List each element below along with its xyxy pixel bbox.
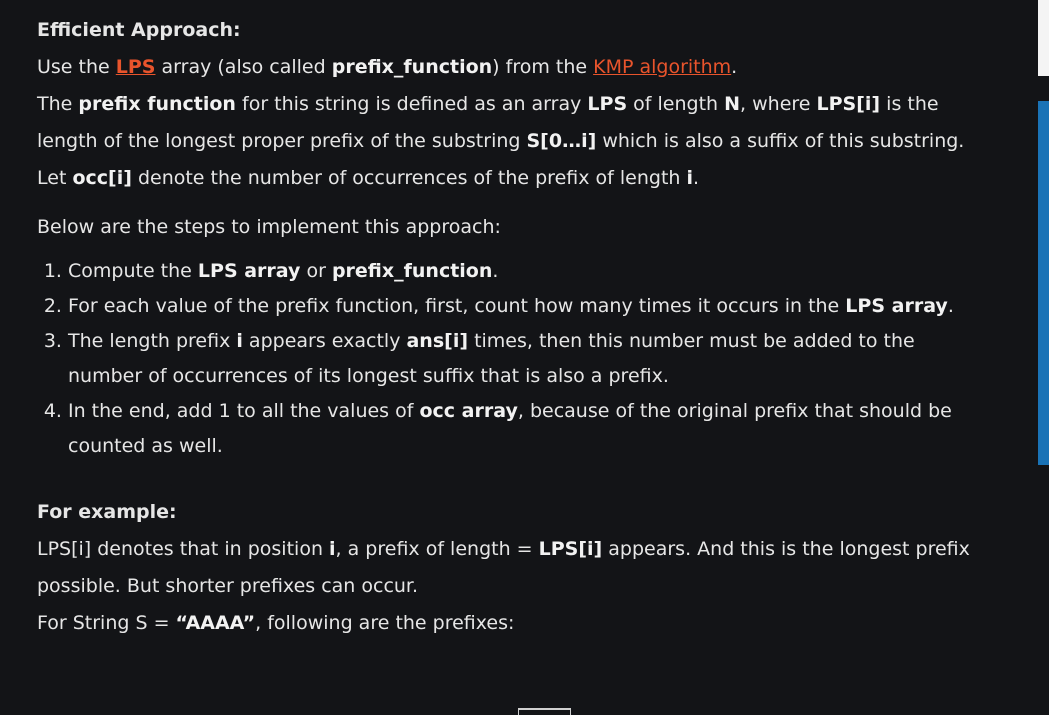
def-bold-3: N bbox=[724, 93, 741, 115]
intro-bold-prefix-function: prefix_function bbox=[331, 56, 493, 78]
list-item: In the end, add 1 to all the values of o… bbox=[68, 394, 987, 464]
definition-paragraph: The prefix function for this string is d… bbox=[37, 86, 987, 197]
list-item: The length prefix i appears exactly ans[… bbox=[68, 324, 987, 394]
step-2-bold-1: LPS array bbox=[845, 295, 948, 317]
step-4-bold-1: occ array bbox=[419, 400, 518, 422]
step-3-text-1: The length prefix bbox=[68, 330, 237, 352]
def-text-1: The bbox=[37, 93, 79, 115]
example-text-2: , a prefix of length = bbox=[335, 538, 539, 560]
step-3-text-2: appears exactly bbox=[242, 330, 407, 352]
example-text-1: LPS[i] denotes that in position bbox=[37, 538, 330, 560]
def-bold-2: LPS bbox=[587, 93, 628, 115]
example-bold-2: LPS[i] bbox=[538, 538, 603, 560]
article-content: Efficient Approach: Use the LPS array (a… bbox=[37, 12, 987, 642]
intro-text-3: ) from the bbox=[492, 56, 594, 78]
step-3-bold-2: ans[i] bbox=[406, 330, 469, 352]
example-string-paragraph: For String S = “AAAA”, following are the… bbox=[37, 605, 987, 642]
step-1-bold-2: prefix_function bbox=[331, 260, 493, 282]
steps-list: Compute the LPS array or prefix_function… bbox=[37, 254, 987, 464]
steps-intro: Below are the steps to implement this ap… bbox=[37, 216, 501, 238]
step-2-text-1: For each value of the prefix function, f… bbox=[68, 295, 846, 317]
def-bold-1: prefix function bbox=[78, 93, 236, 115]
def-text-3: of length bbox=[627, 93, 725, 115]
heading-for-example: For example: bbox=[37, 501, 177, 523]
step-4-text-1: In the end, add 1 to all the values of bbox=[68, 400, 420, 422]
lps-link[interactable]: LPS bbox=[116, 56, 156, 78]
example2-bold-1: “AAAA” bbox=[175, 612, 256, 634]
heading-efficient-approach: Efficient Approach: bbox=[37, 19, 241, 41]
scrollbar-upper-panel bbox=[1038, 0, 1049, 76]
def-text-8: . bbox=[692, 167, 700, 189]
example2-text-2: , following are the prefixes: bbox=[255, 612, 515, 634]
intro-text-1: Use the bbox=[37, 56, 116, 78]
example-paragraph: LPS[i] denotes that in position i, a pre… bbox=[37, 531, 987, 605]
intro-paragraph: Use the LPS array (also called prefix_fu… bbox=[37, 49, 987, 86]
list-item: For each value of the prefix function, f… bbox=[68, 289, 987, 324]
kmp-algorithm-link[interactable]: KMP algorithm bbox=[593, 56, 731, 78]
def-text-4: , where bbox=[740, 93, 817, 115]
table-top-edge bbox=[518, 708, 571, 715]
step-1-text-3: . bbox=[492, 260, 499, 282]
intro-text-4: . bbox=[731, 56, 738, 78]
step-1-text-2: or bbox=[300, 260, 332, 282]
scrollbar-thumb[interactable] bbox=[1038, 101, 1049, 465]
def-text-7: denote the number of occurrences of the … bbox=[131, 167, 687, 189]
example2-text-1: For String S = bbox=[37, 612, 176, 634]
intro-text-2: array (also called bbox=[155, 56, 332, 78]
step-1-text-1: Compute the bbox=[68, 260, 198, 282]
def-text-2: for this string is defined as an array bbox=[235, 93, 588, 115]
step-1-bold-1: LPS array bbox=[197, 260, 301, 282]
def-bold-4: LPS[i] bbox=[816, 93, 881, 115]
def-bold-5: S[0…i] bbox=[526, 130, 597, 152]
def-bold-6: occ[i] bbox=[72, 167, 132, 189]
list-item: Compute the LPS array or prefix_function… bbox=[68, 254, 987, 289]
step-2-text-2: . bbox=[947, 295, 954, 317]
